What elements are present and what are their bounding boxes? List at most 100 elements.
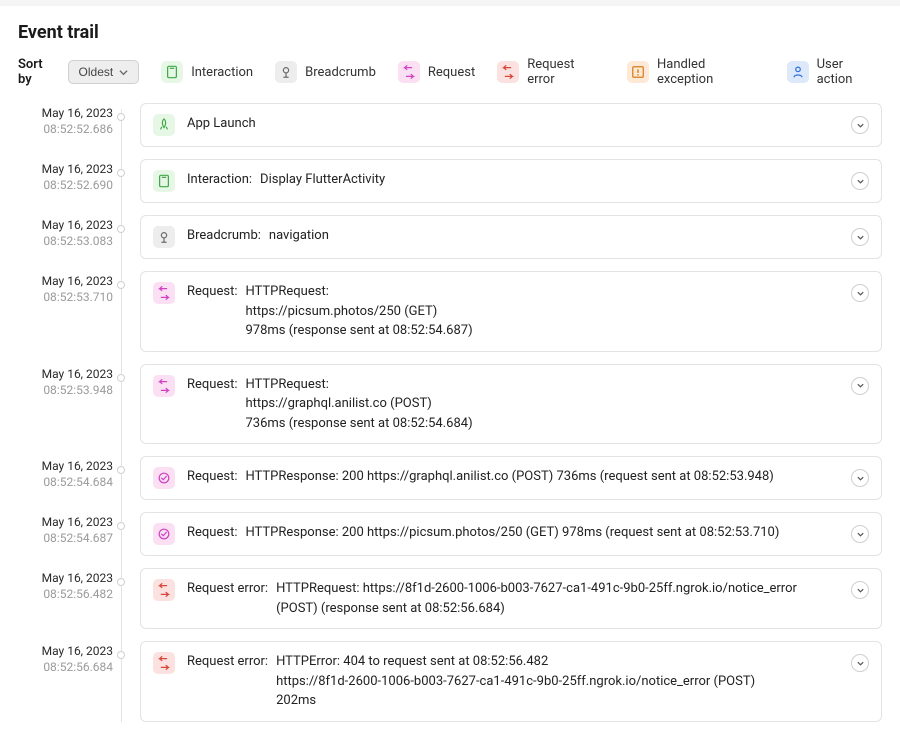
event-detail: navigation (269, 226, 329, 246)
expand-toggle[interactable] (851, 654, 869, 672)
event-card[interactable]: Breadcrumb: navigation (140, 215, 882, 259)
event-label: Breadcrumb: (187, 226, 261, 246)
breadcrumb-icon (153, 226, 175, 248)
reqerror-icon (497, 61, 519, 83)
timeline-dot (117, 522, 125, 530)
event-row: May 16, 202308:52:53.710Request:HTTPRequ… (128, 271, 882, 352)
request-icon (398, 61, 420, 83)
event-label: Request error: (187, 652, 268, 672)
legend-item-request: Request (398, 61, 475, 83)
event-body: App Launch (187, 114, 839, 134)
interaction-icon (161, 61, 183, 83)
event-card[interactable]: Request: HTTPResponse: 200 https://graphq… (140, 456, 882, 500)
legend-label: Request error (527, 57, 605, 87)
response-icon (153, 467, 175, 489)
timeline-dot (117, 374, 125, 382)
event-body: Breadcrumb: navigation (187, 226, 839, 246)
event-detail: Display FlutterActivity (260, 170, 385, 190)
expand-toggle[interactable] (851, 469, 869, 487)
timeline-dot (117, 113, 125, 121)
legend-item-breadcrumb: Breadcrumb (275, 61, 376, 83)
expand-toggle[interactable] (851, 228, 869, 246)
event-timestamp: May 16, 202308:52:56.684 (18, 643, 113, 675)
sort-select[interactable]: Oldest (68, 60, 140, 84)
event-row: May 16, 202308:52:54.687Request:HTTPResp… (128, 512, 882, 556)
event-row: May 16, 202308:52:56.482Request error:HT… (128, 568, 882, 629)
legend-item-interaction: Interaction (161, 61, 253, 83)
event-timestamp: May 16, 202308:52:53.083 (18, 217, 113, 249)
event-body: Request: HTTPResponse: 200 https://picsum… (187, 523, 839, 543)
chevron-down-icon (119, 68, 128, 77)
request-icon (153, 375, 175, 397)
legend-label: User action (817, 57, 882, 87)
expand-toggle[interactable] (851, 116, 869, 134)
expand-toggle[interactable] (851, 172, 869, 190)
event-label: Interaction: (187, 170, 252, 190)
event-timestamp: May 16, 202308:52:53.948 (18, 366, 113, 398)
event-detail: HTTPRequest: https://8f1d-2600-1006-b003… (276, 579, 839, 618)
event-timestamp: May 16, 202308:52:54.684 (18, 458, 113, 490)
event-body: Request: HTTPResponse: 200 https://graphq… (187, 467, 839, 487)
timeline-dot (117, 651, 125, 659)
event-card[interactable]: Request error: HTTPError: 404 to request … (140, 641, 882, 722)
response-icon (153, 523, 175, 545)
event-card[interactable]: Request: HTTPRequest:https://picsum.photo… (140, 271, 882, 352)
event-row: May 16, 202308:52:53.083Breadcrumb:navig… (128, 215, 882, 259)
reqerror-icon (153, 579, 175, 601)
event-detail: HTTPResponse: 200 https://picsum.photos/… (245, 523, 779, 543)
sort-value: Oldest (79, 65, 114, 79)
useraction-icon (787, 61, 809, 83)
event-timestamp: May 16, 202308:52:54.687 (18, 514, 113, 546)
event-row: May 16, 202308:52:54.684Request:HTTPResp… (128, 456, 882, 500)
event-row: May 16, 202308:52:52.690Interaction:Disp… (128, 159, 882, 203)
legend-label: Request (428, 65, 475, 80)
controls-bar: Sort by Oldest InteractionBreadcrumbRequ… (18, 57, 882, 87)
launch-icon (153, 114, 175, 136)
event-label: App Launch (187, 114, 256, 134)
event-timestamp: May 16, 202308:52:56.482 (18, 570, 113, 602)
event-timestamp: May 16, 202308:52:53.710 (18, 273, 113, 305)
event-label: Request: (187, 282, 237, 302)
timeline-dot (117, 578, 125, 586)
legend-label: Interaction (191, 65, 253, 80)
event-timestamp: May 16, 202308:52:52.686 (18, 105, 113, 137)
event-label: Request error: (187, 579, 268, 599)
timeline-dot (117, 169, 125, 177)
event-body: Request error: HTTPError: 404 to request … (187, 652, 839, 711)
request-icon (153, 282, 175, 304)
event-label: Request: (187, 375, 237, 395)
event-label: Request: (187, 467, 237, 487)
event-detail: HTTPRequest:https://picsum.photos/250 (G… (245, 282, 472, 341)
event-card[interactable]: App Launch (140, 103, 882, 147)
legend-label: Handled exception (657, 57, 765, 87)
timeline-dot (117, 466, 125, 474)
event-row: May 16, 202308:52:53.948Request:HTTPRequ… (128, 364, 882, 445)
event-timestamp: May 16, 202308:52:52.690 (18, 161, 113, 193)
reqerror-icon (153, 652, 175, 674)
event-detail: HTTPError: 404 to request sent at 08:52:… (276, 652, 755, 711)
timeline-dot (117, 281, 125, 289)
event-card[interactable]: Request error: HTTPRequest: https://8f1d-… (140, 568, 882, 629)
event-card[interactable]: Request: HTTPRequest:https://graphql.anil… (140, 364, 882, 445)
event-detail: HTTPResponse: 200 https://graphql.anilis… (245, 467, 773, 487)
event-card[interactable]: Interaction: Display FlutterActivity (140, 159, 882, 203)
event-body: Request: HTTPRequest:https://graphql.anil… (187, 375, 839, 434)
expand-toggle[interactable] (851, 525, 869, 543)
event-body: Request error: HTTPRequest: https://8f1d-… (187, 579, 839, 618)
event-row: May 16, 202308:52:56.684Request error:HT… (128, 641, 882, 722)
event-body: Request: HTTPRequest:https://picsum.photo… (187, 282, 839, 341)
timeline-dot (117, 225, 125, 233)
legend-item-handledexc: Handled exception (627, 57, 765, 87)
event-card[interactable]: Request: HTTPResponse: 200 https://picsum… (140, 512, 882, 556)
expand-toggle[interactable] (851, 377, 869, 395)
interaction-icon (153, 170, 175, 192)
legend-item-useraction: User action (787, 57, 882, 87)
breadcrumb-icon (275, 61, 297, 83)
expand-toggle[interactable] (851, 581, 869, 599)
event-body: Interaction: Display FlutterActivity (187, 170, 839, 190)
legend-item-reqerror: Request error (497, 57, 605, 87)
legend-label: Breadcrumb (305, 65, 376, 80)
expand-toggle[interactable] (851, 284, 869, 302)
event-detail: HTTPRequest:https://graphql.anilist.co (… (245, 375, 472, 434)
event-label: Request: (187, 523, 237, 543)
